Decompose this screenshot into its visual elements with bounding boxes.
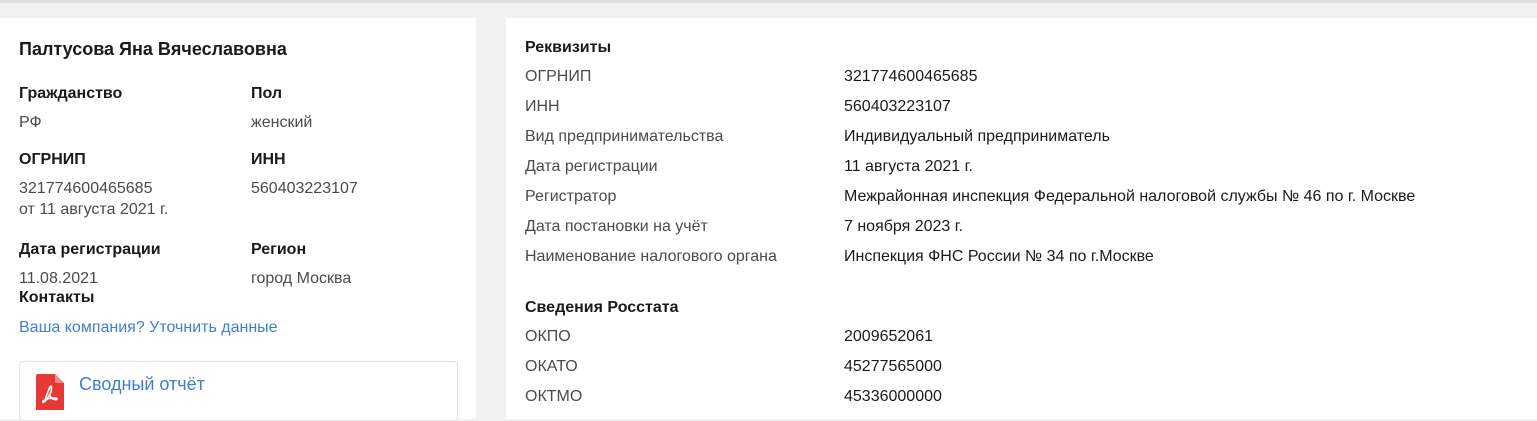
field-value: 11.08.2021	[19, 270, 98, 287]
field-label: Пол	[251, 85, 283, 102]
field-label: ОГРНИП	[19, 151, 86, 168]
requisite-value: Индивидуальный предприниматель	[844, 128, 1110, 145]
field-label: ИНН	[251, 151, 286, 168]
rosstat-row-oktmo: ОКТМО 45336000000	[525, 387, 1525, 417]
contacts-title: Контакты	[19, 289, 95, 306]
field-registration-date: Дата регистрации 11.08.2021	[19, 240, 239, 289]
requisite-key: Вид предпринимательства	[525, 128, 724, 145]
rosstat-key: ОКПО	[525, 328, 571, 345]
field-value: город Москва	[251, 270, 352, 287]
requisites-title: Реквизиты	[525, 39, 612, 56]
requisite-value: Межрайонная инспекция Федеральной налого…	[844, 188, 1416, 205]
summary-report-label: Сводный отчёт	[79, 374, 205, 394]
requisite-key: Дата постановки на учёт	[525, 218, 708, 235]
rosstat-title: Сведения Росстата	[525, 299, 679, 316]
summary-report-button[interactable]: Сводный отчёт	[19, 361, 458, 421]
rosstat-value: 45336000000	[844, 388, 942, 405]
rosstat-value: 45277565000	[844, 358, 942, 375]
field-value-secondary: от 11 августа 2021 г.	[19, 201, 169, 218]
claim-company-link[interactable]: Ваша компания? Уточнить данные	[19, 319, 278, 337]
field-label: Гражданство	[19, 85, 123, 102]
field-value: 321774600465685	[19, 180, 153, 197]
pdf-file-icon	[36, 374, 64, 410]
requisite-key: ИНН	[525, 98, 560, 115]
requisite-row-tax-authority: Наименование налогового органа Инспекция…	[525, 247, 1525, 277]
field-value: женский	[251, 114, 313, 131]
requisite-value: 11 августа 2021 г.	[844, 158, 973, 175]
requisite-value: Инспекция ФНС России № 34 по г.Москве	[844, 248, 1154, 265]
requisite-row-inn: ИНН 560403223107	[525, 97, 1525, 127]
requisite-key: ОГРНИП	[525, 68, 592, 85]
requisite-row-business-type: Вид предпринимательства Индивидуальный п…	[525, 127, 1525, 157]
field-label: Дата регистрации	[19, 241, 161, 258]
rosstat-row-okpo: ОКПО 2009652061	[525, 327, 1525, 357]
person-name: Палтусова Яна Вячеславовна	[19, 39, 287, 59]
requisite-key: Наименование налогового органа	[525, 248, 777, 265]
rosstat-key: ОКАТО	[525, 358, 578, 375]
rosstat-value: 2009652061	[844, 328, 933, 345]
requisite-row-registrar: Регистратор Межрайонная инспекция Федера…	[525, 187, 1525, 217]
requisite-key: Дата регистрации	[525, 158, 658, 175]
top-divider	[0, 0, 1537, 3]
requisite-row-ogrnip: ОГРНИП 321774600465685	[525, 67, 1525, 97]
requisite-value: 321774600465685	[844, 68, 978, 85]
field-ogrnip: ОГРНИП 321774600465685 от 11 августа 202…	[19, 150, 239, 220]
requisite-value: 7 ноября 2023 г.	[844, 218, 964, 235]
field-label: Регион	[251, 241, 307, 258]
field-region: Регион город Москва	[251, 240, 471, 289]
field-inn: ИНН 560403223107	[251, 150, 471, 199]
requisite-value: 560403223107	[844, 98, 951, 115]
requisite-key: Регистратор	[525, 188, 617, 205]
rosstat-key: ОКТМО	[525, 388, 583, 405]
field-gender: Пол женский	[251, 84, 471, 133]
requisite-row-tax-registration-date: Дата постановки на учёт 7 ноября 2023 г.	[525, 217, 1525, 247]
rosstat-row-okato: ОКАТО 45277565000	[525, 357, 1525, 387]
field-value: РФ	[19, 114, 42, 131]
requisites-card: Реквизиты ОГРНИП 321774600465685 ИНН 560…	[506, 18, 1537, 419]
field-value: 560403223107	[251, 180, 358, 197]
requisite-row-registration-date: Дата регистрации 11 августа 2021 г.	[525, 157, 1525, 187]
field-citizenship: Гражданство РФ	[19, 84, 239, 133]
